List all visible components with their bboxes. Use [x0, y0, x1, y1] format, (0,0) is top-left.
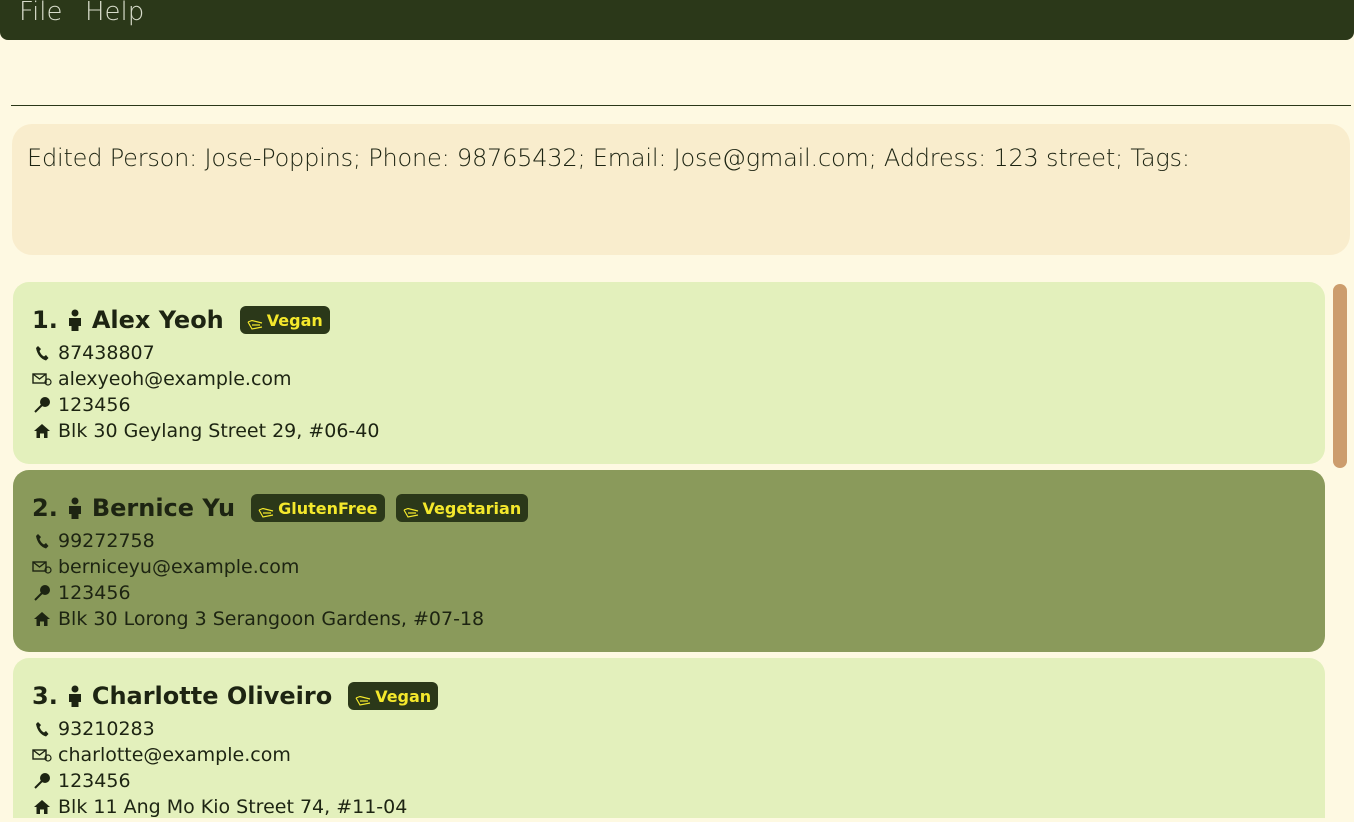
- list-scrollbar[interactable]: [1333, 284, 1347, 468]
- person-card-header: 3. Charlotte Oliveiro Vegan: [32, 678, 449, 714]
- pin-icon: [32, 772, 52, 790]
- email-field: alexyeoh@example.com: [32, 367, 292, 391]
- pin-icon: [32, 396, 52, 414]
- person-name: Charlotte Oliveiro: [91, 682, 333, 710]
- pin-value: 123456: [58, 582, 131, 604]
- tag-label: Vegan: [375, 686, 432, 706]
- pin-icon: [32, 584, 52, 602]
- tag-label: GlutenFree: [278, 498, 378, 518]
- home-icon: [32, 610, 52, 628]
- email-field: charlotte@example.com: [32, 743, 291, 767]
- command-input[interactable]: [11, 48, 1351, 106]
- phone-value: 99272758: [58, 530, 155, 552]
- tag-label: Vegan: [266, 310, 323, 330]
- pin-field: 123456: [32, 769, 131, 793]
- person-icon: [66, 497, 84, 519]
- tag-label: Vegetarian: [422, 498, 522, 518]
- person-index: 1.: [32, 306, 58, 334]
- phone-value: 93210283: [58, 718, 155, 740]
- email-value: charlotte@example.com: [58, 744, 291, 766]
- tag-badge: Vegan: [348, 682, 439, 710]
- phone-field: 99272758: [32, 529, 155, 553]
- home-icon: [32, 798, 52, 816]
- address-field: Blk 11 Ang Mo Kio Street 74, #11-04: [32, 795, 407, 818]
- home-icon: [32, 422, 52, 440]
- person-card[interactable]: 3. Charlotte Oliveiro Vegan 93210283 cha…: [13, 658, 1325, 818]
- menu-file[interactable]: File: [19, 0, 63, 27]
- phone-field: 93210283: [32, 717, 155, 741]
- person-list: 1. Alex Yeoh Vegan 87438807 alexyeoh@exa…: [13, 282, 1325, 818]
- person-name: Bernice Yu: [91, 494, 236, 522]
- menu-help[interactable]: Help: [85, 0, 144, 27]
- person-card[interactable]: 1. Alex Yeoh Vegan 87438807 alexyeoh@exa…: [13, 282, 1325, 464]
- phone-icon: [32, 532, 52, 550]
- person-icon: [66, 685, 84, 707]
- phone-icon: [32, 344, 52, 362]
- phone-icon: [32, 720, 52, 738]
- email-icon: [32, 558, 52, 576]
- person-icon: [66, 309, 84, 331]
- tag-badge: Vegetarian: [395, 494, 529, 522]
- email-value: alexyeoh@example.com: [58, 368, 292, 390]
- person-index: 3.: [32, 682, 58, 710]
- tag-icon: [355, 691, 371, 706]
- person-card-header: 2. Bernice Yu GlutenFree Vegetarian: [32, 490, 539, 526]
- tag-icon: [258, 503, 274, 518]
- tag-icon: [247, 315, 263, 330]
- email-icon: [32, 370, 52, 388]
- address-value: Blk 30 Lorong 3 Serangoon Gardens, #07-1…: [58, 608, 485, 630]
- person-card-selected[interactable]: 2. Bernice Yu GlutenFree Vegetarian 9927…: [13, 470, 1325, 652]
- result-text: Edited Person: Jose-Poppins; Phone: 9876…: [27, 144, 1190, 172]
- person-card-header: 1. Alex Yeoh Vegan: [32, 302, 341, 338]
- pin-field: 123456: [32, 393, 131, 417]
- result-display: Edited Person: Jose-Poppins; Phone: 9876…: [12, 124, 1350, 255]
- address-value: Blk 30 Geylang Street 29, #06-40: [58, 420, 380, 442]
- pin-value: 123456: [58, 394, 131, 416]
- address-value: Blk 11 Ang Mo Kio Street 74, #11-04: [58, 796, 408, 818]
- person-name: Alex Yeoh: [91, 306, 224, 334]
- menu-bar: File Help: [0, 0, 1354, 40]
- tag-icon: [403, 503, 419, 518]
- email-value: berniceyu@example.com: [58, 556, 300, 578]
- person-index: 2.: [32, 494, 58, 522]
- phone-field: 87438807: [32, 341, 155, 365]
- tag-badge: Vegan: [239, 306, 330, 334]
- pin-field: 123456: [32, 581, 131, 605]
- email-field: berniceyu@example.com: [32, 555, 299, 579]
- address-field: Blk 30 Geylang Street 29, #06-40: [32, 419, 379, 443]
- tag-badge: GlutenFree: [251, 494, 385, 522]
- phone-value: 87438807: [58, 342, 155, 364]
- pin-value: 123456: [58, 770, 131, 792]
- address-field: Blk 30 Lorong 3 Serangoon Gardens, #07-1…: [32, 607, 484, 631]
- email-icon: [32, 746, 52, 764]
